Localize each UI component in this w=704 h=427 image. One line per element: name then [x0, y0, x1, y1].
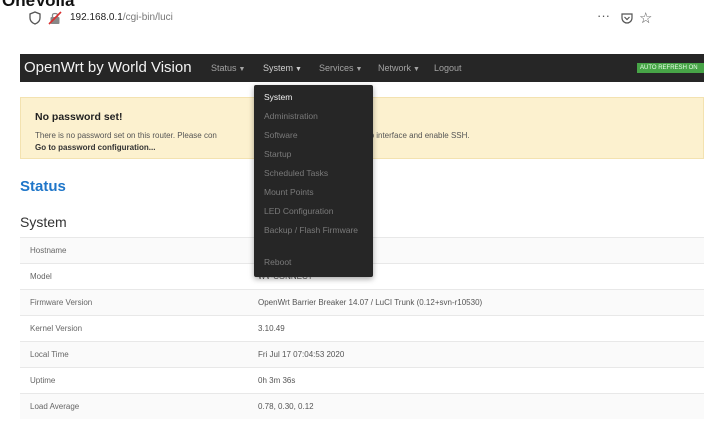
password-config-link[interactable]: Go to password configuration...: [35, 143, 155, 152]
url-path: /cgi-bin/luci: [122, 12, 173, 23]
chevron-down-icon: ▼: [413, 66, 420, 73]
nav-status[interactable]: Status ▼: [211, 63, 245, 73]
nav-services[interactable]: Services ▼: [319, 63, 362, 73]
row-value: Fri Jul 17 07:04:53 2020: [258, 350, 345, 359]
menu-item-led-configuration[interactable]: LED Configuration: [264, 206, 333, 216]
row-value: OpenWrt Barrier Breaker 14.07 / LuCI Tru…: [258, 298, 483, 307]
alert-title: No password set!: [35, 111, 123, 123]
table-row: Kernel Version 3.10.49: [20, 315, 704, 341]
menu-item-system[interactable]: System: [264, 92, 292, 102]
row-value: 0h 3m 36s: [258, 376, 296, 385]
menu-item-reboot[interactable]: Reboot: [264, 257, 291, 267]
row-key: Model: [30, 272, 52, 281]
nav-system-label: System: [263, 63, 294, 73]
menu-item-startup[interactable]: Startup: [264, 149, 291, 159]
more-actions-icon[interactable]: ···: [597, 8, 610, 23]
url-host: 192.168.0.1: [70, 12, 123, 23]
row-value: 0.78, 0.30, 0.12: [258, 402, 314, 411]
url-text[interactable]: 192.168.0.1/cgi-bin/luci: [70, 12, 173, 23]
menu-item-backup-flash-firmware[interactable]: Backup / Flash Firmware: [264, 225, 364, 235]
pocket-icon[interactable]: [620, 11, 634, 25]
row-value: 3.10.49: [258, 324, 285, 333]
table-row: Uptime 0h 3m 36s: [20, 367, 704, 393]
menu-item-administration[interactable]: Administration: [264, 111, 318, 121]
alert-text-left: There is no password set on this router.…: [35, 131, 217, 140]
nav-network[interactable]: Network ▼: [378, 63, 420, 73]
auto-refresh-badge[interactable]: AUTO REFRESH ON: [637, 63, 704, 73]
page-title: Status: [20, 178, 66, 195]
shield-icon[interactable]: [28, 11, 42, 25]
section-title: System: [20, 214, 67, 230]
chevron-down-icon: ▼: [355, 66, 363, 73]
row-key: Kernel Version: [30, 324, 83, 333]
row-key: Uptime: [30, 376, 56, 385]
table-row: Firmware Version OpenWrt Barrier Breaker …: [20, 289, 704, 315]
chevron-down-icon: ▼: [238, 66, 246, 73]
system-dropdown-menu: System Administration Software Startup S…: [254, 85, 373, 277]
browser-url-bar[interactable]: 192.168.0.1/cgi-bin/luci ··· ☆: [0, 8, 704, 30]
nav-services-label: Services: [319, 63, 354, 73]
nav-status-label: Status: [211, 63, 237, 73]
row-key: Hostname: [30, 246, 67, 255]
menu-item-mount-points[interactable]: Mount Points: [264, 187, 314, 197]
brand-title[interactable]: OpenWrt by World Vision: [24, 59, 192, 76]
row-key: Local Time: [30, 350, 69, 359]
row-key: Load Average: [30, 402, 80, 411]
top-navbar: OpenWrt by World Vision Status ▼ System ▼ …: [20, 54, 704, 82]
nav-network-label: Network: [378, 63, 412, 73]
table-row: Local Time Fri Jul 17 07:04:53 2020: [20, 341, 704, 367]
menu-item-scheduled-tasks[interactable]: Scheduled Tasks: [264, 168, 328, 178]
menu-item-software[interactable]: Software: [264, 130, 298, 140]
table-row: Load Average 0.78, 0.30, 0.12: [20, 393, 704, 419]
alert-text: There is no password set on this router.…: [35, 131, 470, 140]
row-key: Firmware Version: [30, 298, 93, 307]
nav-system[interactable]: System ▼: [263, 63, 302, 73]
insecure-lock-icon[interactable]: [48, 11, 62, 25]
chevron-down-icon: ▼: [295, 66, 302, 73]
bookmark-star-icon[interactable]: ☆: [639, 9, 652, 27]
nav-logout[interactable]: Logout: [434, 63, 462, 73]
